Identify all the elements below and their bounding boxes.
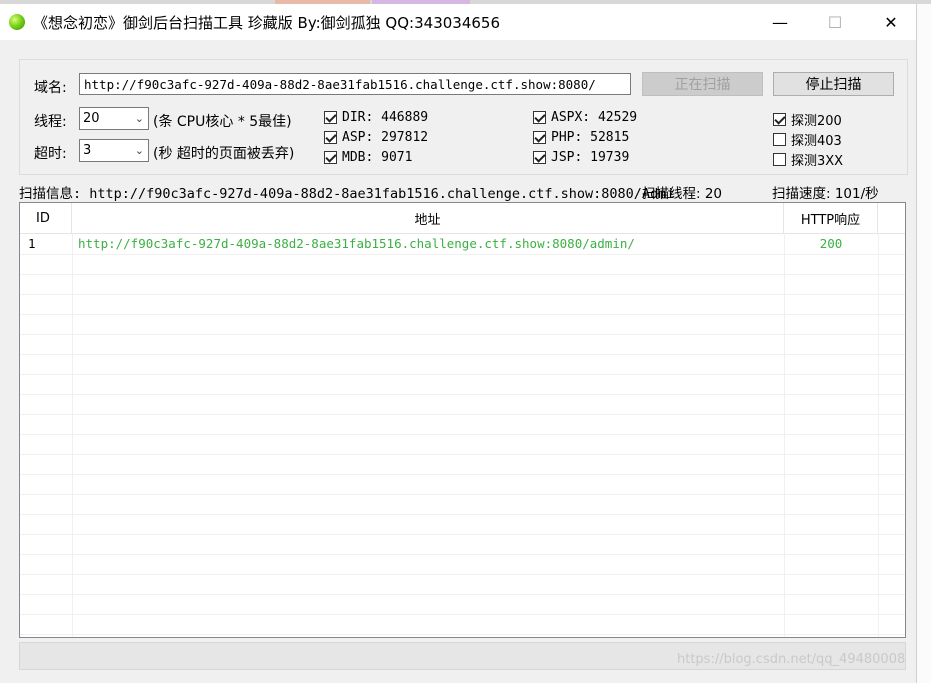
minimize-button[interactable]: — [757,4,803,40]
column-header-id[interactable]: ID [20,203,72,233]
list-header: ID 地址 HTTP响应 [20,203,905,234]
title-bar[interactable]: 《想念初恋》御剑后台扫描工具 珍藏版 By:御剑孤独 QQ:343034656 … [0,4,916,40]
chevron-down-icon: ⌄ [134,144,144,157]
column-header-http[interactable]: HTTP响应 [784,203,878,233]
scan-speed-text: 扫描速度: 101/秒 [772,186,879,202]
checkbox-checked-icon [324,151,337,164]
dict-aspx-checkbox[interactable]: ASPX: 42529 [533,110,637,125]
grid-row [20,434,905,455]
scan-info-text: 扫描信息: http://f90c3afc-927d-409a-88d2-8ae… [19,186,675,202]
grid-row [20,394,905,415]
grid-row [20,414,905,435]
background-window-edge [916,4,931,683]
checkbox-checked-icon [533,151,546,164]
dict-jsp-checkbox[interactable]: JSP: 19739 [533,150,629,165]
grid-row [20,314,905,335]
grid-line [72,233,73,637]
table-row[interactable]: 1 http://f90c3afc-927d-409a-88d2-8ae31fa… [20,234,905,254]
domain-input[interactable]: http://f90c3afc-927d-409a-88d2-8ae31fab1… [79,73,631,95]
grid-row [20,574,905,595]
checkbox-checked-icon [533,131,546,144]
checkbox-unchecked-icon [773,133,786,146]
threads-dropdown[interactable]: 20 ⌄ [79,107,149,130]
results-list[interactable]: ID 地址 HTTP响应 1 http://f90c3afc-927d-409a… [19,202,906,638]
grid-row [20,354,905,375]
dict-dir-checkbox[interactable]: DIR: 446889 [324,110,428,125]
probe-200-checkbox[interactable]: 探测200 [773,110,842,129]
window-title: 《想念初恋》御剑后台扫描工具 珍藏版 By:御剑孤独 QQ:343034656 [33,14,500,32]
domain-label: 域名: [34,80,67,96]
chevron-down-icon: ⌄ [134,112,144,125]
dict-asp-checkbox[interactable]: ASP: 297812 [324,130,428,145]
grid-line [784,233,785,637]
probe-3xx-checkbox[interactable]: 探测3XX [773,150,843,169]
grid-row [20,454,905,475]
grid-row [20,494,905,515]
stop-scan-button[interactable]: 停止扫描 [773,72,894,96]
threads-hint: (条 CPU核心 * 5最佳) [153,114,292,130]
grid-row [20,294,905,315]
maximize-button[interactable]: ☐ [812,4,858,40]
grid-row [20,254,905,275]
close-button[interactable]: ✕ [868,4,914,40]
app-ball-icon [9,14,25,30]
checkbox-checked-icon [324,111,337,124]
dict-mdb-checkbox[interactable]: MDB: 9071 [324,150,412,165]
grid-row [20,614,905,635]
checkbox-checked-icon [773,113,786,126]
checkbox-unchecked-icon [773,153,786,166]
grid-line [878,233,879,637]
scan-threads-text: 扫描线程: 20 [642,186,723,202]
grid-row [20,274,905,295]
grid-row [20,534,905,555]
grid-row [20,554,905,575]
checkbox-checked-icon [533,111,546,124]
timeout-value: 3 [83,143,92,158]
grid-row [20,334,905,355]
timeout-hint: (秒 超时的页面被丢弃) [153,146,295,162]
timeout-label: 超时: [34,146,67,162]
grid-row [20,514,905,535]
row-id: 1 [28,236,36,251]
probe-403-checkbox[interactable]: 探测403 [773,130,842,149]
scanning-button[interactable]: 正在扫描 [642,72,763,96]
grid-row [20,374,905,395]
row-http-code: 200 [819,236,843,251]
threads-label: 线程: [34,114,67,130]
threads-value: 20 [83,111,100,126]
dict-php-checkbox[interactable]: PHP: 52815 [533,130,629,145]
grid-row [20,474,905,495]
row-url: http://f90c3afc-927d-409a-88d2-8ae31fab1… [78,236,635,251]
watermark-text: https://blog.csdn.net/qq_49480008 [677,652,906,667]
column-header-url[interactable]: 地址 [72,203,784,233]
timeout-dropdown[interactable]: 3 ⌄ [79,139,149,162]
checkbox-checked-icon [324,131,337,144]
grid-row [20,594,905,615]
